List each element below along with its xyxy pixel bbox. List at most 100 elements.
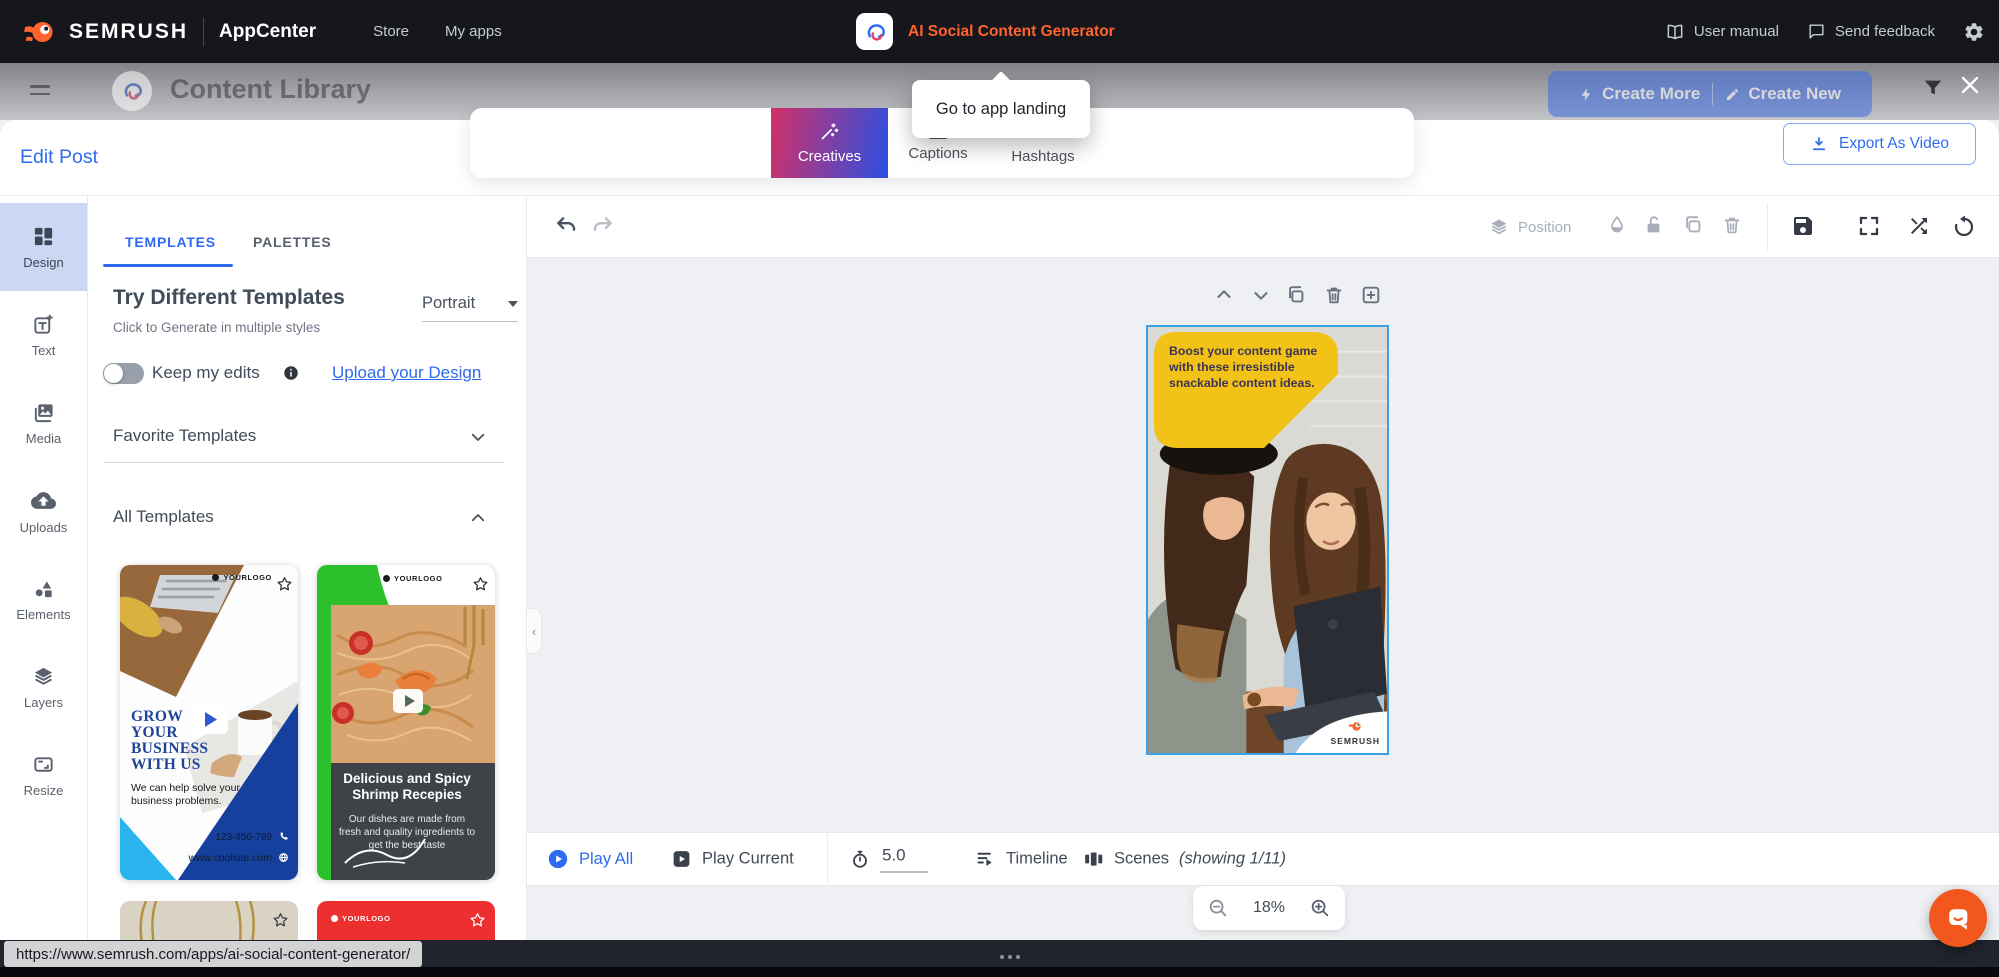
create-more-label: Create More <box>1602 84 1700 104</box>
topbar: SEMRUSH AppCenter Store My apps AI Socia… <box>0 0 1999 63</box>
zoom-level: 18% <box>1253 899 1285 917</box>
export-as-video-button[interactable]: Export As Video <box>1783 123 1976 165</box>
canvas-toolbar: Position <box>527 196 1999 258</box>
all-templates-section[interactable]: All Templates <box>88 499 527 539</box>
send-feedback-button[interactable]: Send feedback <box>1807 22 1935 41</box>
trash-icon[interactable] <box>1721 214 1743 236</box>
orientation-select[interactable]: Portrait <box>422 294 518 322</box>
app-logo-icon[interactable] <box>856 13 893 50</box>
tab-templates-panel[interactable]: TEMPLATES <box>125 234 216 250</box>
app-window: SEMRUSH AppCenter Store My apps AI Socia… <box>0 0 1999 977</box>
favorite-templates-section[interactable]: Favorite Templates <box>88 418 527 458</box>
create-more-new-button[interactable]: Create More Create New <box>1548 71 1872 117</box>
sidebar-label: Layers <box>24 695 63 710</box>
favorite-star-icon[interactable] <box>275 575 294 594</box>
duplicate-icon[interactable] <box>1682 214 1704 236</box>
zoom-in-icon[interactable] <box>1309 897 1331 919</box>
shapes-icon <box>32 577 55 600</box>
close-icon[interactable] <box>1958 73 1982 97</box>
info-icon[interactable] <box>282 364 300 382</box>
bolt-icon <box>1579 87 1594 102</box>
support-chat-button[interactable] <box>1929 889 1987 947</box>
tool-sidebar: Design Text <box>0 196 88 977</box>
app-title[interactable]: AI Social Content Generator <box>908 23 1115 41</box>
download-icon <box>1810 135 1828 153</box>
play-current-button[interactable]: Play Current <box>671 849 794 870</box>
zoom-control: 18% <box>1193 886 1345 930</box>
undo-icon[interactable] <box>554 214 580 240</box>
upload-your-design-link[interactable]: Upload your Design <box>332 363 481 383</box>
chevron-down-icon <box>508 301 518 307</box>
template-website: www.coolsite.com <box>189 852 272 864</box>
sidebar-item-text[interactable]: Text <box>0 291 87 379</box>
button-separator <box>1712 83 1713 105</box>
scenes-count: (showing 1/11) <box>1179 850 1286 869</box>
filter-funnel-icon[interactable] <box>1922 77 1944 99</box>
unlock-icon[interactable] <box>1643 214 1665 236</box>
sidebar-label: Resize <box>24 783 64 798</box>
scene-up-icon[interactable] <box>1213 284 1235 306</box>
color-droplet-icon[interactable] <box>1606 214 1628 236</box>
timeline-icon <box>975 849 996 870</box>
scenes-button[interactable]: Scenes (showing 1/11) <box>1083 849 1286 870</box>
template-card-partial-gold[interactable] <box>120 901 298 945</box>
play-all-button[interactable]: Play All <box>547 848 633 870</box>
more-dots-icon[interactable] <box>1000 955 1020 959</box>
redo-icon[interactable] <box>589 214 615 240</box>
orientation-value: Portrait <box>422 294 475 313</box>
scene-down-icon[interactable] <box>1250 284 1272 306</box>
template-card-shrimp[interactable]: YOURLOGO Delicious and Spicy Shrimp Rece… <box>317 565 495 880</box>
panel-subheading: Click to Generate in multiple styles <box>113 320 320 335</box>
scene-add-icon[interactable] <box>1360 284 1382 306</box>
favorite-star-icon[interactable] <box>468 911 487 930</box>
sidebar-item-uploads[interactable]: Uploads <box>0 467 87 555</box>
sidebar-item-elements[interactable]: Elements <box>0 555 87 643</box>
nav-store[interactable]: Store <box>373 23 409 40</box>
tab-palettes-panel[interactable]: PALETTES <box>253 234 331 250</box>
template-logo: YOURLOGO <box>212 573 272 582</box>
keep-my-edits-toggle[interactable] <box>103 363 144 384</box>
logo-dot-icon <box>331 915 338 922</box>
book-icon <box>1665 22 1685 42</box>
sidebar-label: Design <box>23 255 63 270</box>
tab-creatives[interactable]: Creatives <box>771 108 888 178</box>
duration-value[interactable]: 5.0 <box>880 846 928 873</box>
all-templates-label: All Templates <box>113 507 214 527</box>
save-icon[interactable] <box>1791 214 1815 238</box>
create-new-half[interactable]: Create New <box>1725 84 1841 104</box>
hamburger-menu-icon[interactable] <box>30 85 50 100</box>
scene-duplicate-icon[interactable] <box>1285 284 1307 306</box>
create-more-half[interactable]: Create More <box>1579 84 1700 104</box>
semrush-mini-icon <box>1348 719 1363 734</box>
favorite-star-icon[interactable] <box>471 575 490 594</box>
sidebar-item-layers[interactable]: Layers <box>0 643 87 731</box>
browser-status-bar: https://www.semrush.com/apps/ai-social-c… <box>0 940 1999 977</box>
background-page-title: Content Library <box>170 74 371 105</box>
template-card-partial-red[interactable]: YOURLOGO <box>317 901 495 945</box>
sidebar-item-resize[interactable]: Resize <box>0 731 87 819</box>
sidebar-item-media[interactable]: Media <box>0 379 87 467</box>
template-card-business[interactable]: YOURLOGO GROW YOUR BUSINESS WITH US We c… <box>120 565 298 880</box>
position-button[interactable]: Position <box>1489 196 1571 258</box>
scenes-filmstrip-icon <box>1083 849 1104 870</box>
zoom-out-icon[interactable] <box>1207 897 1229 919</box>
favorite-star-icon[interactable] <box>271 911 290 930</box>
fullscreen-icon[interactable] <box>1857 214 1881 238</box>
shuffle-icon[interactable] <box>1907 214 1931 238</box>
duration-control[interactable]: 5.0 <box>850 846 928 873</box>
edit-post-link[interactable]: Edit Post <box>20 146 98 169</box>
artboard[interactable]: Boost your content game with these irres… <box>1146 325 1389 755</box>
template-logo: YOURLOGO <box>383 574 443 583</box>
nav-my-apps[interactable]: My apps <box>445 23 502 40</box>
reset-rotate-icon[interactable] <box>1952 214 1976 238</box>
scene-trash-icon[interactable] <box>1323 284 1345 306</box>
template-body: Our dishes are made from fresh and quali… <box>338 813 476 852</box>
user-manual-button[interactable]: User manual <box>1665 22 1779 42</box>
gear-icon[interactable] <box>1963 21 1985 43</box>
go-to-app-landing-tooltip: Go to app landing <box>912 80 1090 138</box>
sidebar-item-design[interactable]: Design <box>0 203 87 291</box>
timeline-button[interactable]: Timeline <box>975 849 1068 870</box>
position-label: Position <box>1518 219 1571 236</box>
layers-icon <box>32 665 55 688</box>
panel-collapse-handle[interactable]: ‹ <box>527 608 542 654</box>
